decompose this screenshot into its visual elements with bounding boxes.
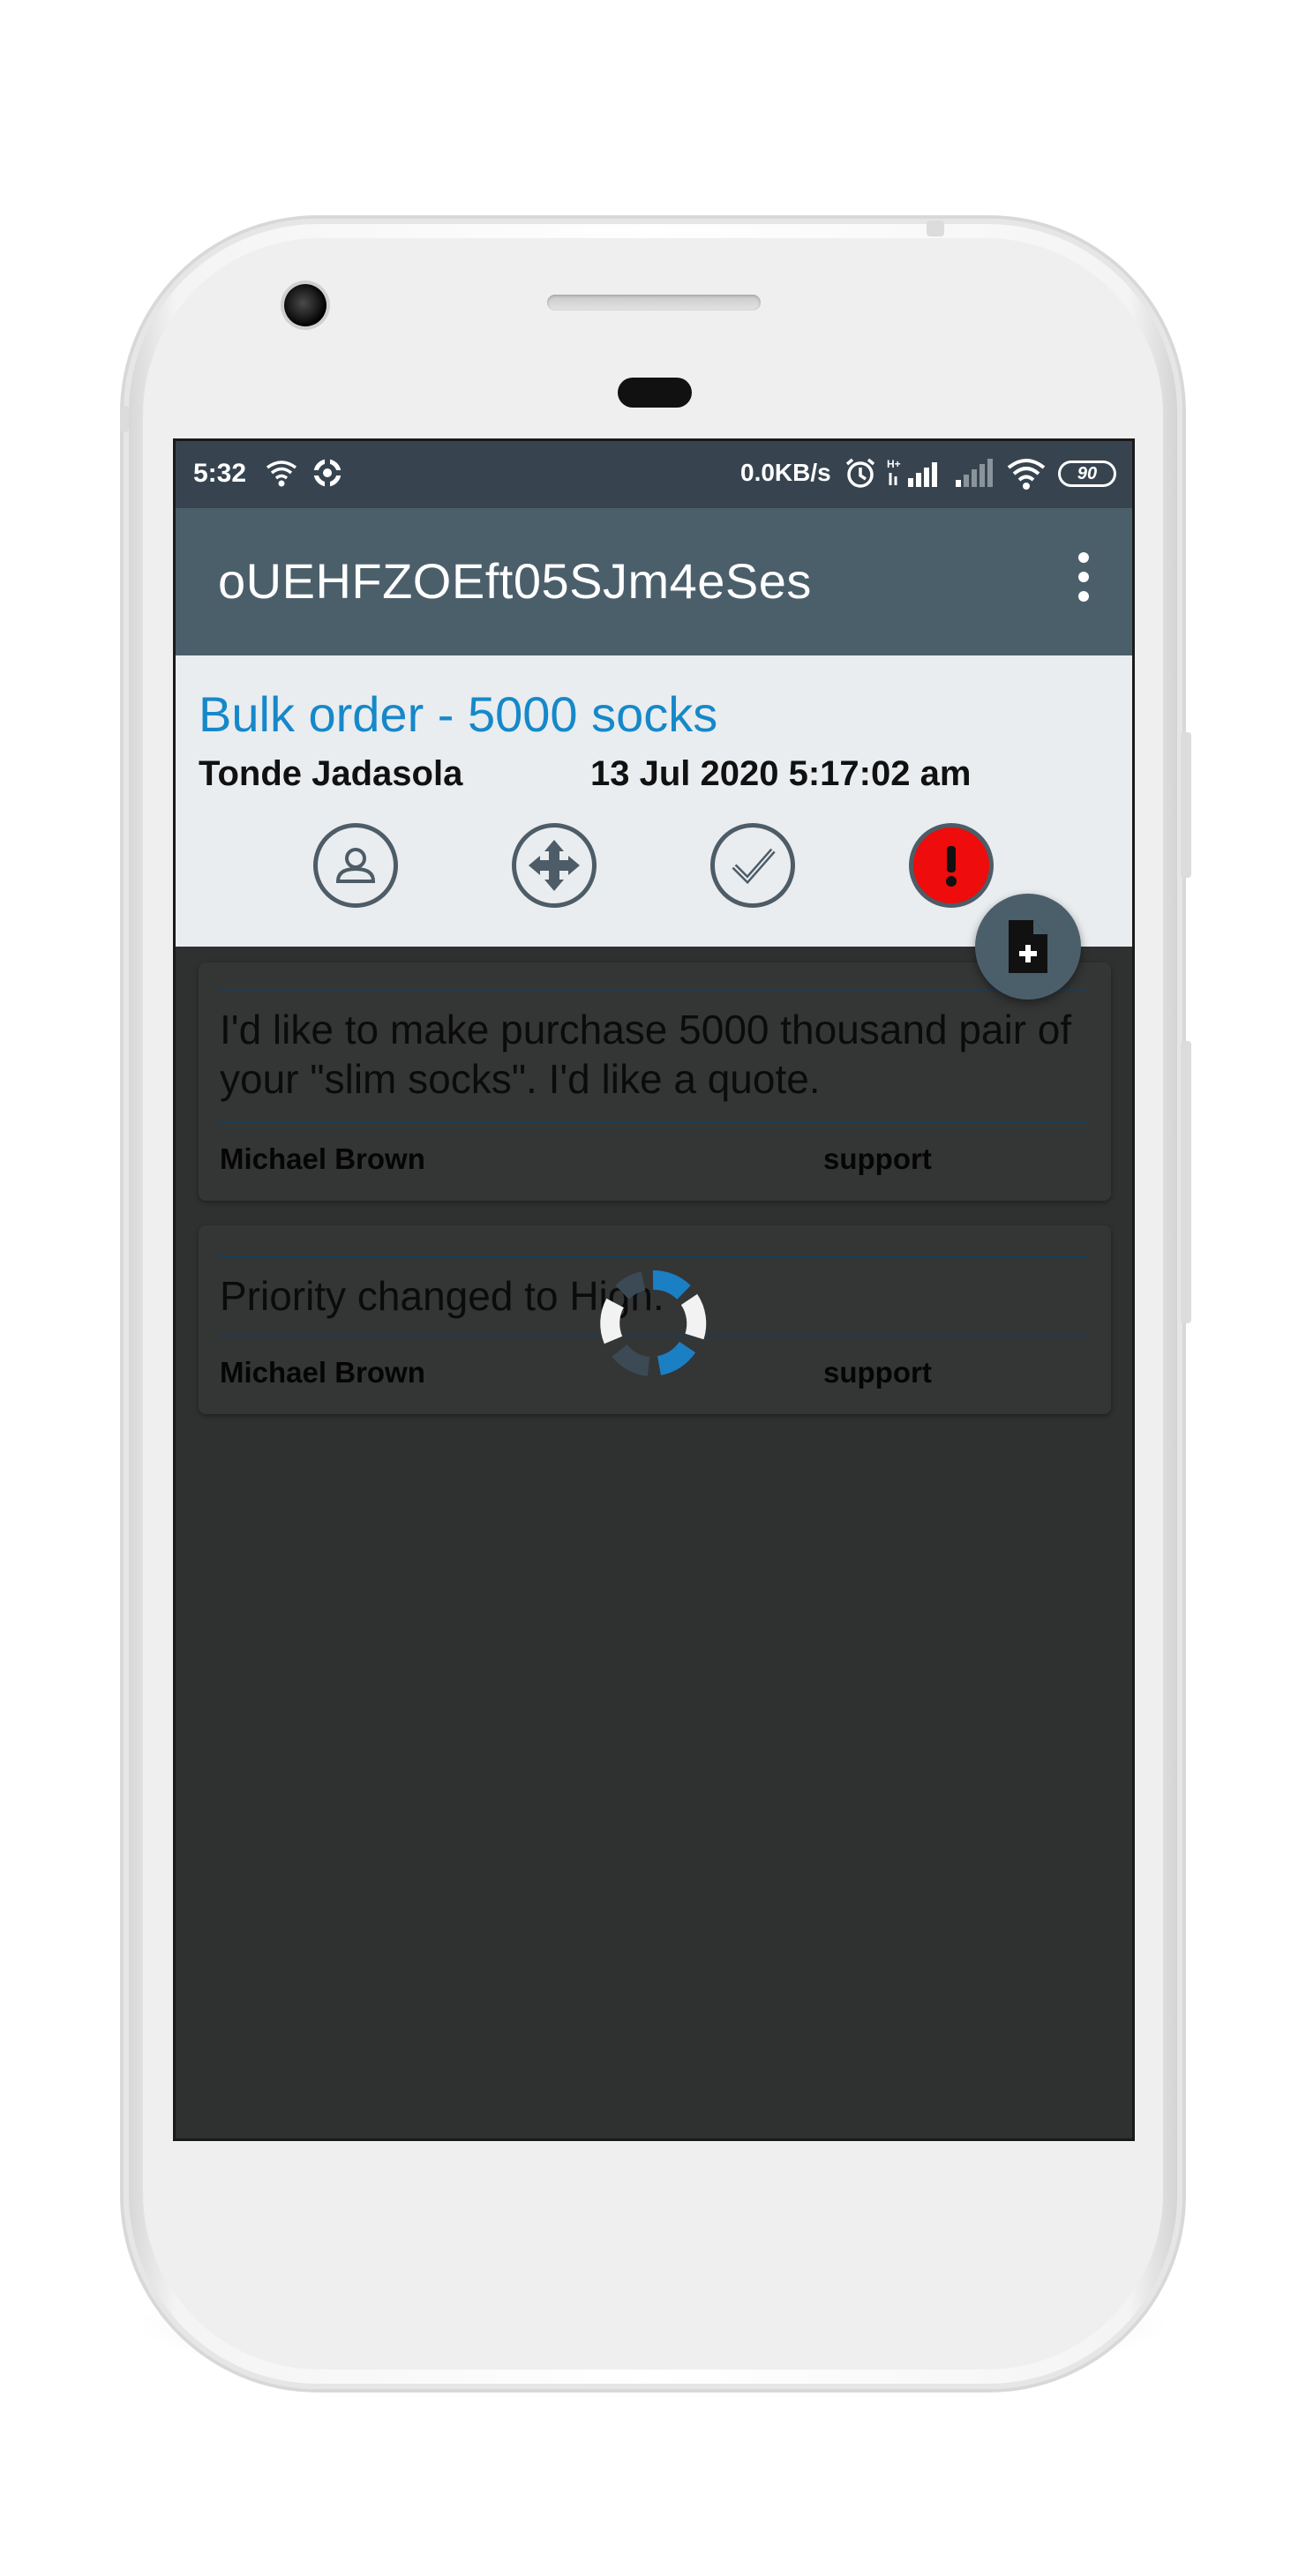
network-speed: 0.0KB/s (740, 459, 831, 486)
message-author: Michael Brown (220, 1142, 425, 1175)
person-icon (335, 848, 376, 883)
message-text: I'd like to make purchase 5000 thousand … (220, 1007, 1072, 1102)
divider (220, 989, 1090, 991)
message-card: I'd like to make purchase 5000 thousand … (199, 962, 1111, 1201)
battery-indicator: 90 (1058, 461, 1116, 487)
message-role: support (823, 1356, 932, 1389)
proximity-sensor (618, 378, 692, 408)
phone-power-button (1181, 732, 1191, 878)
divider (220, 1121, 1090, 1123)
message-author: Michael Brown (220, 1356, 425, 1389)
move-button[interactable] (512, 823, 597, 908)
move-arrows-icon (529, 840, 580, 891)
ticket-id-title: oUEHFZOEft05SJm4eSes (218, 553, 812, 609)
status-time: 5:32 (193, 459, 247, 488)
add-note-icon (1009, 920, 1047, 973)
wifi-icon (264, 455, 299, 498)
checkmark-icon (732, 848, 776, 885)
exclamation-icon (946, 846, 957, 887)
phone-mockup-stage: 5:32 0.0KB/s H+ 90 oUEHFZOEft05SJm4eSes … (0, 0, 1306, 2576)
ticket-created-date: 13 Jul 2020 5:17:02 am (590, 754, 972, 793)
status-bar: 5:32 0.0KB/s H+ 90 (176, 441, 1132, 508)
app-bar: oUEHFZOEft05SJm4eSes (176, 508, 1132, 655)
ticket-header: Bulk order - 5000 socks Tonde Jadasola 1… (176, 655, 1132, 947)
phone-screen: 5:32 0.0KB/s H+ 90 oUEHFZOEft05SJm4eSes … (173, 438, 1135, 2141)
divider (220, 1255, 1090, 1257)
loading-spinner-icon (600, 1270, 707, 1376)
alarm-icon (843, 455, 878, 498)
phone-side-notch (120, 406, 129, 432)
front-camera (284, 284, 326, 326)
sync-icon (310, 455, 345, 498)
resolve-button[interactable] (710, 823, 795, 908)
ticket-subject: Bulk order - 5000 socks (199, 686, 718, 742)
signal-hplus-icon: H+ (887, 455, 943, 498)
earpiece-speaker (547, 295, 761, 311)
svg-text:H+: H+ (887, 458, 901, 470)
signal-icon (952, 455, 998, 498)
assign-user-button[interactable] (313, 823, 398, 908)
wifi-icon (1005, 453, 1047, 499)
priority-button[interactable] (909, 823, 994, 908)
add-note-button[interactable] (975, 894, 1081, 1000)
message-role: support (823, 1142, 932, 1175)
ticket-customer: Tonde Jadasola (199, 754, 463, 793)
phone-top-button (927, 221, 944, 236)
phone-volume-button (1181, 1041, 1191, 1323)
overflow-menu-icon[interactable] (1070, 552, 1097, 614)
